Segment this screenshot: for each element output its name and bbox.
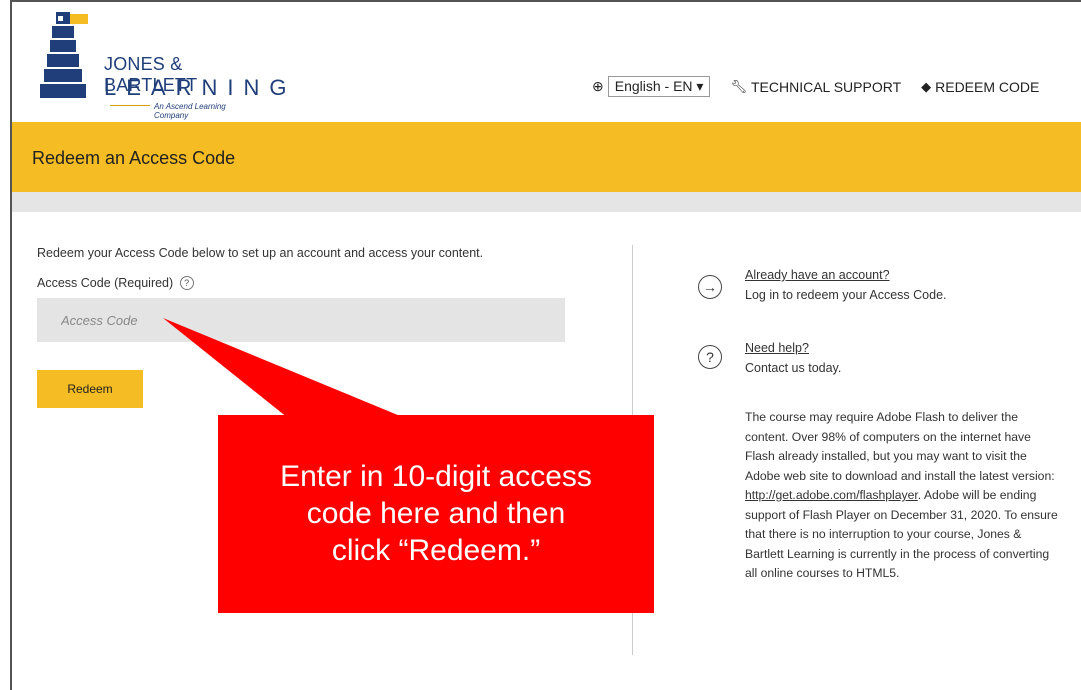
- callout-line-1: Enter in 10-digit access: [280, 460, 592, 493]
- callout-line-3: click “Redeem.”: [331, 534, 541, 567]
- callout-line-2: code here and then: [306, 497, 566, 530]
- callout-arrow: [163, 318, 405, 418]
- instruction-callout: Enter in 10-digit access code here and t…: [218, 415, 654, 613]
- callout-text: Enter in 10-digit access code here and t…: [218, 458, 654, 569]
